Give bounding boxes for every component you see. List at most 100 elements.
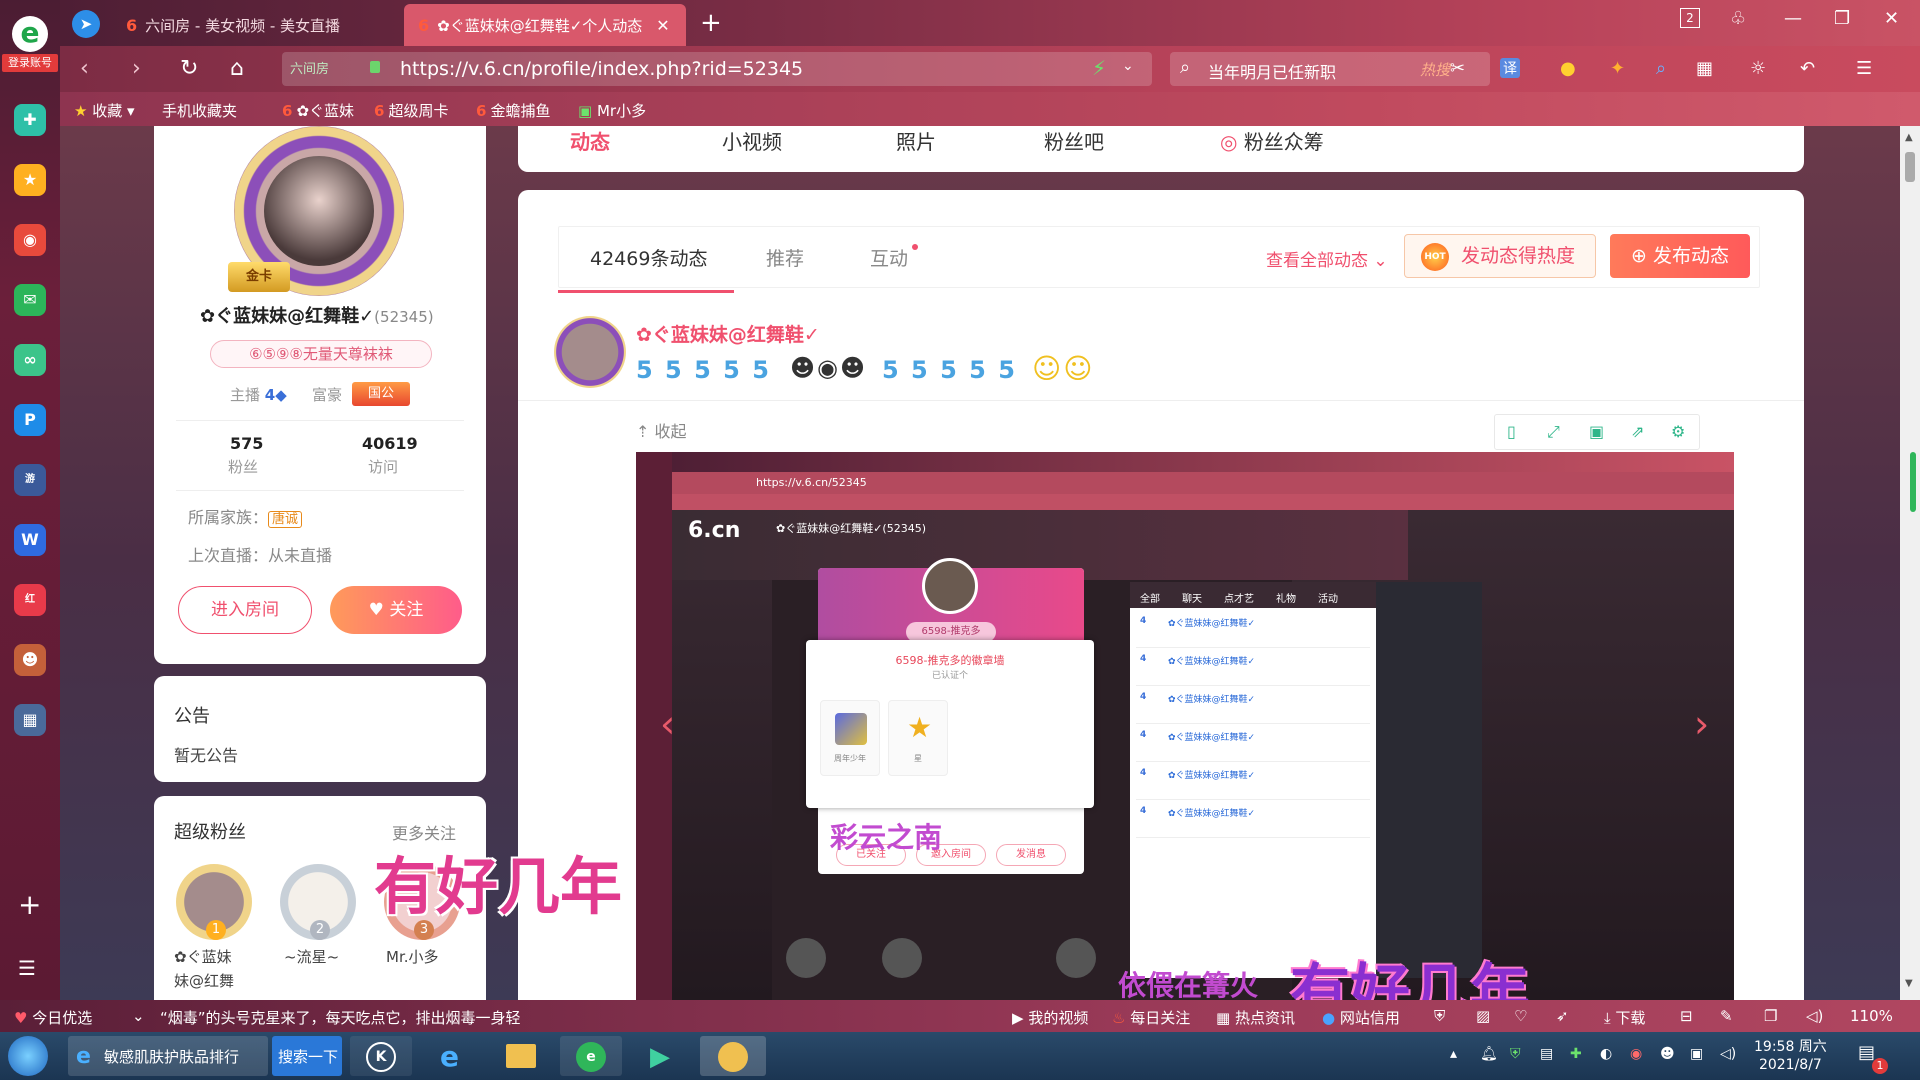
xiaohongshu-icon[interactable]: 红: [14, 584, 46, 616]
browser-logo-icon[interactable]: e: [12, 16, 48, 52]
star-icon[interactable]: ★: [14, 164, 46, 196]
tab-fan-bar[interactable]: 粉丝吧: [1044, 126, 1104, 155]
coin-icon[interactable]: ●: [1560, 58, 1576, 79]
chevron-down-icon[interactable]: ⌄: [1122, 58, 1134, 74]
bell-icon[interactable]: ⊟: [1680, 1007, 1693, 1025]
taskbar-ie-title[interactable]: 敏感肌肤护肤品排行: [104, 1046, 239, 1067]
save-icon[interactable]: ▣: [1589, 422, 1604, 441]
taskbar-explorer[interactable]: [490, 1036, 552, 1076]
search-input[interactable]: 当年明月已任新职: [1208, 59, 1336, 83]
undo-icon[interactable]: ↶: [1800, 58, 1815, 79]
cloud-icon[interactable]: ✚: [14, 104, 46, 136]
shield-icon[interactable]: ⛨: [1434, 1007, 1445, 1025]
refresh-button[interactable]: ↻: [180, 56, 198, 81]
fan-name-3[interactable]: Mr.小多: [386, 946, 439, 967]
tab-videos[interactable]: 小视频: [722, 126, 782, 155]
bookmark-weekly[interactable]: 6 超级周卡: [374, 100, 448, 121]
follow-button[interactable]: ♥ 关注: [330, 586, 462, 634]
brightness-icon[interactable]: ☼: [1750, 58, 1766, 79]
view-all-dropdown[interactable]: 查看全部动态 ⌄: [1266, 246, 1388, 271]
tab-photos[interactable]: 照片: [896, 126, 936, 155]
taskbar-ie[interactable]: e: [420, 1036, 482, 1076]
tray-volume-icon[interactable]: ◁): [1720, 1046, 1736, 1062]
site-credit[interactable]: ● 网站信用: [1322, 1007, 1400, 1028]
grid-icon[interactable]: ▦: [1696, 58, 1713, 79]
login-button[interactable]: 登录账号: [2, 54, 58, 72]
tab-crowdfunding[interactable]: ◎ 粉丝众筹: [1220, 126, 1324, 155]
back-button[interactable]: ‹: [80, 56, 89, 81]
daily-follow[interactable]: ♨ 每日关注: [1112, 1007, 1190, 1028]
taskbar-360-browser[interactable]: e: [560, 1036, 622, 1076]
search-box[interactable]: ⌕ 当年明月已任新职 热搜: [1170, 52, 1490, 86]
hot-news[interactable]: ▦ 热点资讯: [1216, 1007, 1295, 1028]
start-button[interactable]: [8, 1036, 48, 1076]
tray-bell-icon[interactable]: 🔔︎: [1480, 1046, 1498, 1062]
zoom-level[interactable]: 110%: [1850, 1007, 1893, 1025]
family-badge[interactable]: 唐诚: [268, 511, 303, 528]
image-icon[interactable]: ▨: [1476, 1007, 1490, 1025]
window-icon[interactable]: ❐: [1764, 1007, 1777, 1025]
action-center-icon[interactable]: ▤: [1858, 1042, 1875, 1063]
download-button[interactable]: ⤓ 下载: [1604, 1007, 1645, 1028]
tray-expand-icon[interactable]: ▴: [1450, 1046, 1457, 1062]
bookmark-fishing[interactable]: 6 金蟾捕鱼: [476, 100, 550, 121]
tab-profile[interactable]: 6 ✿ぐ蓝妹妹@红舞鞋✓个人动态 ✕: [404, 4, 686, 46]
p-app-icon[interactable]: P: [14, 404, 46, 436]
post-author-avatar[interactable]: [554, 316, 626, 388]
tab-interaction[interactable]: 互动: [870, 244, 908, 271]
page-scrollbar[interactable]: ▲ ▼: [1900, 126, 1920, 1000]
tab-recommend[interactable]: 推荐: [766, 244, 804, 271]
close-window-button[interactable]: ✕: [1884, 8, 1899, 29]
avatar-app-icon[interactable]: ☻: [14, 644, 46, 676]
tab-count-badge[interactable]: 2: [1680, 8, 1700, 28]
settings-icon[interactable]: ⚙: [1671, 422, 1685, 441]
rocket-icon[interactable]: ➶: [1556, 1007, 1569, 1025]
restore-button[interactable]: ❐: [1834, 8, 1850, 29]
publish-button[interactable]: ⊕ 发布动态: [1610, 234, 1750, 278]
tray-chat-icon[interactable]: ◉: [1630, 1046, 1642, 1062]
compass-icon[interactable]: ➤: [72, 10, 100, 38]
today-picks[interactable]: ♥ 今日优选: [14, 1007, 92, 1028]
collapse-button[interactable]: ⇡ 收起: [636, 418, 687, 442]
close-tab-icon[interactable]: ✕: [656, 16, 669, 35]
fan-name-1b[interactable]: 妹@红舞: [174, 970, 234, 991]
fullscreen-icon[interactable]: ⤢: [1547, 422, 1560, 442]
weibo-icon[interactable]: ◉: [14, 224, 46, 256]
tray-shield-icon[interactable]: ⛨: [1510, 1046, 1521, 1062]
heart-outline-icon[interactable]: ♡: [1514, 1007, 1527, 1025]
game-icon[interactable]: 游: [14, 464, 46, 496]
word-icon[interactable]: W: [14, 524, 46, 556]
edit-icon[interactable]: ✎: [1720, 1007, 1733, 1025]
fan-name-1[interactable]: ✿ぐ蓝妹: [174, 946, 232, 967]
shirt-icon[interactable]: ♧: [1730, 8, 1746, 29]
my-videos[interactable]: ▶ 我的视频: [1012, 1007, 1088, 1028]
taskbar-avatar-app[interactable]: [700, 1036, 766, 1076]
magnifier-icon[interactable]: ⌕: [1656, 58, 1666, 79]
tab-dynamics[interactable]: 动态: [570, 126, 610, 155]
scrollbar-thumb[interactable]: [1905, 152, 1915, 182]
fan-name-2[interactable]: ~流星~: [284, 946, 339, 967]
taskbar-clock[interactable]: 19:58 周六 2021/8/7: [1754, 1038, 1827, 1074]
original-size-icon[interactable]: ▯: [1507, 422, 1516, 441]
bookmark-favorites[interactable]: ★ 收藏 ▾: [74, 100, 135, 121]
add-sidebar-icon[interactable]: +: [18, 888, 41, 921]
link-icon[interactable]: ∞: [14, 344, 46, 376]
news-headline[interactable]: “烟毒”的头号克星来了，每天吃点它，排出烟毒一身轻: [160, 1007, 521, 1028]
tray-qq-icon[interactable]: ☻: [1660, 1046, 1675, 1062]
post-author-name[interactable]: ✿ぐ蓝妹妹@红舞鞋✓: [636, 320, 820, 347]
sidebar-menu-icon[interactable]: ☰: [18, 956, 36, 980]
mail-icon[interactable]: ✉: [14, 284, 46, 316]
lightning-icon[interactable]: ⚡: [1092, 56, 1106, 80]
new-tab-button[interactable]: +: [700, 8, 722, 38]
forward-button[interactable]: ›: [132, 56, 141, 81]
taskbar-player[interactable]: ▶: [630, 1036, 692, 1076]
hot-search-label[interactable]: 热搜: [1420, 59, 1450, 80]
enter-room-button[interactable]: 进入房间: [178, 586, 312, 634]
chevron-down-icon[interactable]: ⌄: [132, 1007, 145, 1025]
bookmark-profile[interactable]: 6 ✿ぐ蓝妹: [282, 100, 354, 121]
volume-icon[interactable]: ◁): [1806, 1007, 1823, 1025]
tab-liujianfang[interactable]: 6 六间房 - 美女视频 - 美女直播: [112, 4, 402, 46]
hot-post-button[interactable]: HOT 发动态得热度: [1404, 234, 1596, 278]
taskbar-k-app[interactable]: K: [350, 1036, 412, 1076]
scroll-up-icon[interactable]: ▲: [1905, 132, 1913, 143]
